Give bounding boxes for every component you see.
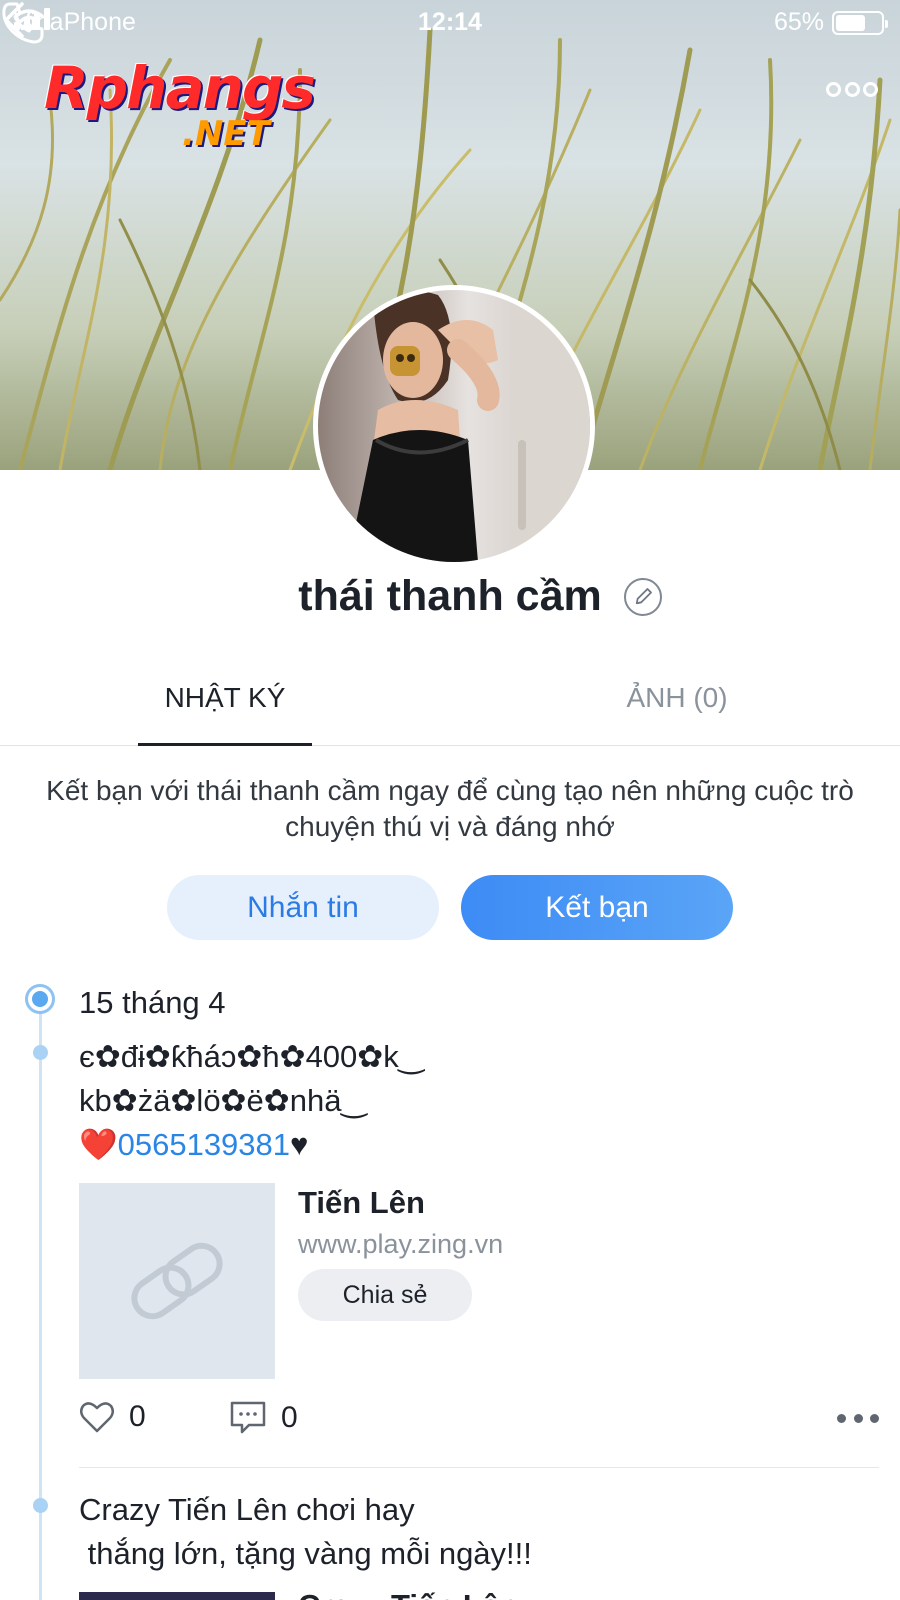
more-dot bbox=[837, 1414, 846, 1423]
link-title: Tiến Lên bbox=[298, 1185, 425, 1220]
comment-icon bbox=[230, 1401, 266, 1434]
more-dot bbox=[853, 1414, 863, 1423]
battery-icon bbox=[832, 10, 888, 35]
heart-emoji: ❤️ bbox=[79, 1127, 118, 1162]
post-more-icon[interactable] bbox=[837, 1414, 879, 1424]
clock: 12:14 bbox=[418, 8, 482, 36]
link-thumbnail bbox=[79, 1183, 275, 1379]
logo-main-text: Rphangs bbox=[44, 54, 316, 122]
phone-link[interactable]: 0565139381 bbox=[118, 1127, 290, 1162]
post-reactions: 0 0 bbox=[79, 1400, 879, 1444]
profile-name: thái thanh cầm bbox=[298, 572, 602, 620]
post-text: Crazy Tiến Lên chơi hay thắng lớn, tặng … bbox=[79, 1492, 532, 1571]
timeline-dot bbox=[33, 1498, 48, 1513]
logo-sub-text: .NET bbox=[182, 114, 270, 154]
timeline-date-marker bbox=[25, 984, 55, 1014]
heart-outline-icon bbox=[80, 1402, 114, 1433]
like-count: 0 bbox=[129, 1400, 146, 1433]
timeline-dot bbox=[33, 1045, 48, 1060]
heart-glyph: ♥ bbox=[290, 1127, 309, 1162]
like-action[interactable]: 0 bbox=[79, 1400, 146, 1434]
avatar[interactable] bbox=[313, 285, 595, 567]
share-button[interactable]: Chia sẻ bbox=[298, 1269, 472, 1321]
tab-diary[interactable]: NHẬT KÝ bbox=[138, 682, 312, 714]
tab-photos[interactable]: ẢNH (0) bbox=[590, 682, 764, 714]
post-text: є✿đɨ✿ƙħáɔ✿ħ✿400✿k‿ kb✿żä✿lö✿ë✿nhä‿ ❤️056… bbox=[79, 1035, 859, 1167]
message-button[interactable]: Nhắn tin bbox=[167, 875, 439, 940]
more-horizontal-icon[interactable] bbox=[826, 76, 878, 102]
watermark-logo: Rphangs .NET bbox=[44, 54, 316, 154]
avatar-image bbox=[348, 290, 590, 562]
more-dot bbox=[826, 81, 841, 97]
comment-action[interactable]: 0 bbox=[229, 1400, 298, 1436]
status-bar: VinaPhone 12:14 65% bbox=[0, 0, 900, 46]
link-url: www.play.zing.vn bbox=[298, 1229, 504, 1259]
friend-invite-text: Kết bạn với thái thanh cầm ngay để cùng … bbox=[46, 775, 854, 842]
active-tab-indicator bbox=[138, 743, 312, 746]
more-dot bbox=[863, 81, 878, 97]
link-thumbnail[interactable] bbox=[79, 1592, 275, 1600]
avatar-photo bbox=[318, 290, 590, 562]
battery-percent: 65% bbox=[773, 8, 824, 36]
add-friend-button[interactable]: Kết bạn bbox=[461, 875, 733, 940]
pencil-icon[interactable] bbox=[624, 578, 662, 616]
post-date: 15 tháng 4 bbox=[79, 985, 226, 1020]
profile-name-row: thái thanh cầm bbox=[0, 572, 900, 621]
profile-tabs: NHẬT KÝ ẢNH (0) bbox=[0, 660, 900, 746]
post-text-line3: ❤️0565139381♥ bbox=[79, 1123, 859, 1167]
post-text-line1: є✿đɨ✿ƙħáɔ✿ħ✿400✿k‿ bbox=[79, 1039, 424, 1074]
link-title: Crazy Tiến Lên bbox=[298, 1588, 518, 1600]
link-preview-card[interactable]: Tiến Lên www.play.zing.vn Chia sẻ bbox=[79, 1183, 859, 1379]
more-dot bbox=[870, 1414, 879, 1423]
post-divider bbox=[79, 1467, 879, 1468]
phone-icon[interactable] bbox=[0, 0, 46, 46]
comment-count: 0 bbox=[281, 1401, 298, 1434]
link-icon bbox=[131, 1242, 223, 1320]
battery-level bbox=[836, 14, 865, 31]
post-text-line2: kb✿żä✿lö✿ë✿nhä‿ bbox=[79, 1083, 367, 1118]
more-dot bbox=[844, 81, 860, 97]
